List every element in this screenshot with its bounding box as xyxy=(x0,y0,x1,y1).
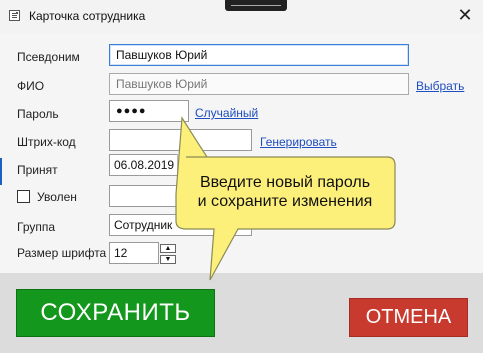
font-size-input[interactable]: 12 xyxy=(109,242,159,264)
date-picker-button[interactable] xyxy=(177,154,189,174)
focus-accent-bar xyxy=(0,158,2,185)
stepper-up-icon[interactable]: ▲ xyxy=(160,244,176,253)
group-label: Группа xyxy=(17,220,56,234)
form-panel: Псевдоним Павшуков Юрий ФИО Павшуков Юри… xyxy=(0,33,483,273)
close-icon[interactable]: ✕ xyxy=(455,5,475,25)
save-button[interactable]: СОХРАНИТЬ xyxy=(16,289,215,337)
fired-checkbox[interactable] xyxy=(17,190,30,203)
select-link[interactable]: Выбрать xyxy=(416,79,464,93)
employee-card-window: Карточка сотрудника ✕ Псевдоним Павшуков… xyxy=(0,0,483,353)
hired-label: Принят xyxy=(17,163,58,177)
fired-label: Уволен xyxy=(37,190,77,204)
fullname-input[interactable]: Павшуков Юрий xyxy=(109,73,409,95)
password-input[interactable]: ●●●● xyxy=(109,100,189,122)
window-title: Карточка сотрудника xyxy=(29,9,146,23)
random-password-link[interactable]: Случайный xyxy=(195,106,258,120)
generate-barcode-link[interactable]: Генерировать xyxy=(260,135,337,149)
title-bar: Карточка сотрудника ✕ xyxy=(0,0,483,33)
font-size-label: Размер шрифта xyxy=(17,246,107,260)
nickname-input[interactable]: Павшуков Юрий xyxy=(109,44,409,66)
password-label: Пароль xyxy=(17,107,59,121)
nickname-label: Псевдоним xyxy=(17,50,80,64)
fired-date-input[interactable] xyxy=(109,185,189,207)
group-select[interactable]: Сотрудник xyxy=(109,214,252,236)
font-size-stepper[interactable]: ▲ ▼ xyxy=(160,244,176,264)
card-icon xyxy=(9,10,20,21)
fullname-label: ФИО xyxy=(17,79,45,93)
drag-handle[interactable] xyxy=(225,0,287,11)
barcode-input[interactable] xyxy=(109,129,252,151)
action-bar: СОХРАНИТЬ ОТМЕНА xyxy=(0,273,483,353)
stepper-down-icon[interactable]: ▼ xyxy=(160,255,176,264)
cancel-button[interactable]: ОТМЕНА xyxy=(349,298,468,337)
barcode-label: Штрих-код xyxy=(17,135,76,149)
